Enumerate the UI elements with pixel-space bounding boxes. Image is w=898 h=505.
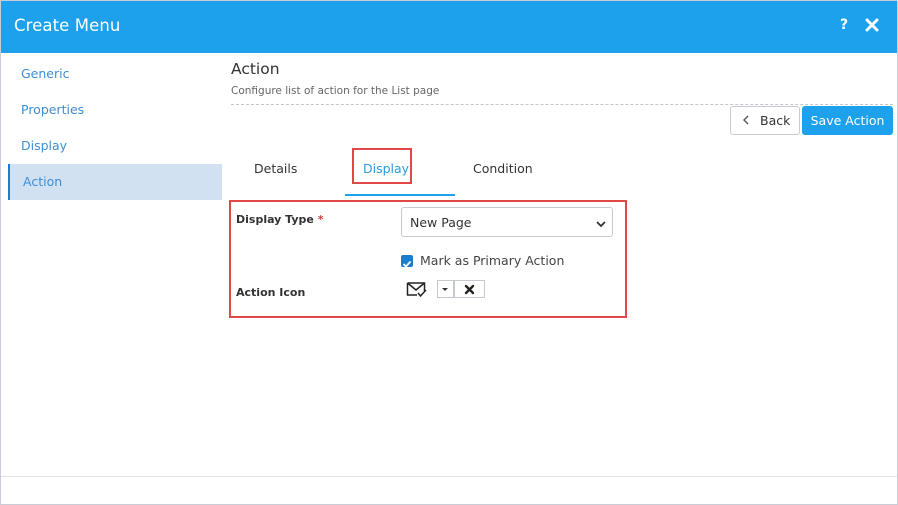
sidebar-item-properties[interactable]: Properties — [8, 92, 222, 128]
help-icon[interactable]: ? — [840, 17, 848, 33]
sidebar-item-display[interactable]: Display — [8, 128, 222, 164]
chevron-down-icon — [596, 217, 606, 228]
tab-condition[interactable]: Condition — [473, 161, 533, 176]
tab-details[interactable]: Details — [254, 161, 297, 176]
primary-action-label[interactable]: Mark as Primary Action — [420, 253, 564, 268]
close-icon[interactable] — [865, 17, 881, 33]
icon-clear-button[interactable] — [454, 280, 485, 298]
sidebar-item-generic[interactable]: Generic — [8, 56, 222, 92]
section-title: Action — [231, 60, 280, 78]
required-marker: * — [317, 213, 324, 226]
display-type-label: Display Type * — [236, 213, 324, 226]
section-subtitle: Configure list of action for the List pa… — [231, 85, 440, 97]
caret-down-icon — [442, 288, 448, 291]
action-icon-label: Action Icon — [236, 286, 306, 299]
chevron-left-icon — [742, 114, 750, 129]
display-type-select[interactable]: New Page — [401, 207, 613, 237]
envelope-check-icon — [406, 281, 428, 299]
section-divider — [231, 104, 893, 105]
sidebar-item-action[interactable]: Action — [8, 164, 222, 200]
close-icon — [464, 284, 475, 295]
display-type-value: New Page — [410, 215, 472, 230]
dialog-titlebar: Create Menu ? — [1, 1, 897, 53]
primary-action-checkbox[interactable] — [401, 255, 413, 268]
display-type-label-text: Display Type — [236, 213, 314, 226]
back-button[interactable]: Back — [730, 106, 800, 135]
dialog-title: Create Menu — [14, 16, 121, 35]
save-action-button[interactable]: Save Action — [802, 106, 893, 135]
footer-divider — [1, 476, 897, 477]
active-tab-indicator — [345, 194, 455, 196]
back-button-label: Back — [760, 113, 791, 128]
tab-highlight-box — [352, 148, 412, 184]
create-menu-dialog: Create Menu ? Generic Properties Display… — [0, 0, 898, 505]
icon-picker-dropdown[interactable] — [437, 280, 454, 298]
sidebar-nav: Generic Properties Display Action — [8, 56, 222, 200]
